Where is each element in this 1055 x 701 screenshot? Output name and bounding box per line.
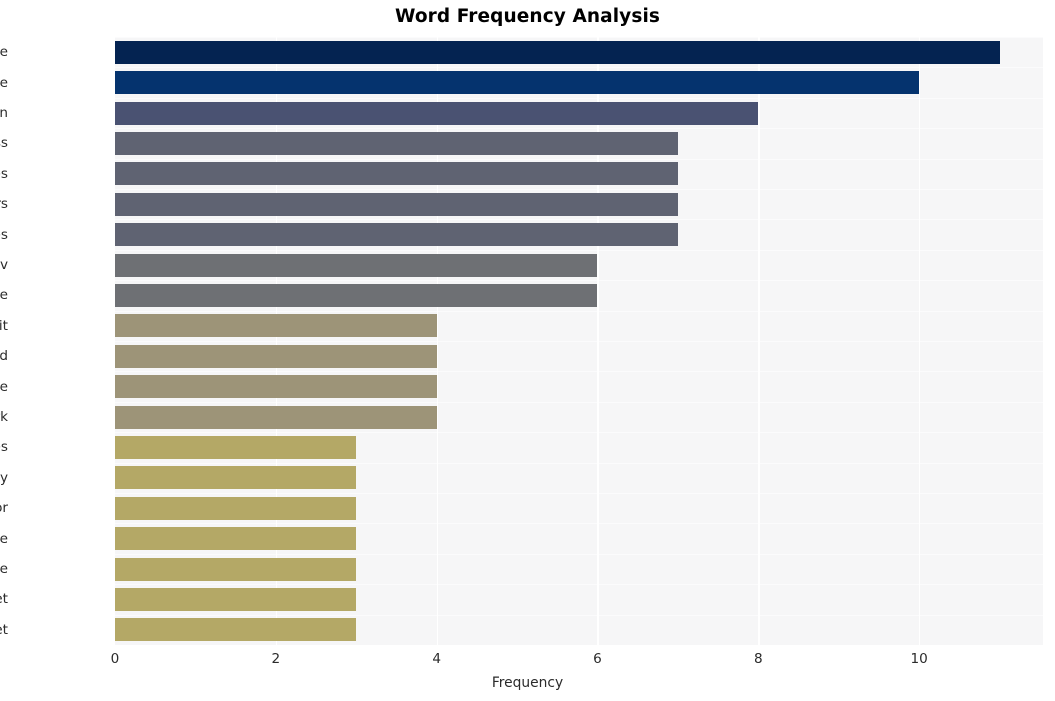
y-tick-label: service	[0, 44, 8, 61]
y-gridline	[115, 432, 1043, 434]
y-tick-label: vulnerable	[0, 378, 8, 395]
y-gridline	[115, 158, 1043, 160]
x-tick-label: 6	[593, 651, 602, 667]
bar[interactable]	[115, 435, 357, 459]
y-gridline	[115, 493, 1043, 494]
y-gridline	[115, 189, 1043, 190]
y-tick-label: primary	[0, 469, 8, 486]
y-gridline	[115, 462, 1043, 464]
y-gridline	[115, 553, 1043, 555]
y-gridline	[115, 97, 1043, 99]
bar[interactable]	[115, 496, 357, 520]
bar[interactable]	[115, 40, 1000, 64]
x-tick-label: 0	[110, 651, 120, 667]
y-tick-label: infrastructure	[0, 287, 8, 304]
y-tick-label: add	[0, 348, 8, 365]
bar[interactable]	[115, 71, 920, 95]
y-tick-label: kev	[0, 257, 8, 273]
bar[interactable]	[115, 131, 678, 155]
y-gridline	[115, 128, 1043, 130]
y-tick-label: exploit	[0, 317, 8, 334]
y-gridline	[115, 280, 1043, 282]
y-gridline	[115, 371, 1043, 373]
bar[interactable]	[115, 253, 598, 277]
y-gridline	[115, 310, 1043, 312]
x-tick-label: 2	[271, 651, 281, 667]
y-tick-label: vulnerabilities	[0, 439, 8, 456]
bar[interactable]	[115, 466, 357, 490]
x-tick-label: 8	[753, 651, 763, 667]
plot-area	[115, 37, 1043, 645]
y-gridline	[115, 401, 1043, 403]
x-axis-label: Frequency	[491, 675, 564, 691]
y-tick-label: software	[0, 530, 8, 547]
x-tick-label: 4	[432, 651, 441, 667]
y-gridline	[115, 67, 1043, 69]
y-tick-label: mass	[0, 135, 8, 152]
bar[interactable]	[115, 283, 598, 307]
bar[interactable]	[115, 101, 759, 125]
y-tick-label: attractive	[0, 561, 8, 577]
y-tick-label: target	[0, 591, 8, 608]
bar[interactable]	[115, 162, 678, 186]
bar[interactable]	[115, 223, 678, 247]
bar[interactable]	[115, 527, 357, 551]
bar[interactable]	[115, 405, 437, 429]
chart-figure: Word Frequency Analysis service edge explo…	[0, 0, 1055, 701]
chart-title: Word Frequency Analysis	[394, 6, 661, 27]
y-tick-label: edge	[0, 74, 8, 91]
y-tick-label: attackers	[0, 196, 8, 213]
bar[interactable]	[115, 344, 437, 368]
y-gridline	[115, 614, 1043, 616]
y-gridline	[115, 219, 1043, 221]
y-gridline	[115, 249, 1043, 251]
y-tick-label: vector	[0, 500, 8, 517]
bar[interactable]	[115, 587, 357, 611]
y-gridline	[115, 37, 1043, 38]
y-tick-label: devices	[0, 226, 8, 243]
y-tick-label: exploitation	[0, 105, 8, 121]
y-tick-label: network	[0, 409, 8, 425]
y-gridline	[115, 523, 1043, 525]
bar[interactable]	[115, 192, 678, 216]
x-tick-label: 10	[910, 651, 928, 667]
bar[interactable]	[115, 557, 357, 581]
bar[interactable]	[115, 375, 437, 399]
bar[interactable]	[115, 618, 357, 642]
y-tick-label: internet	[0, 621, 8, 638]
y-gridline	[115, 341, 1043, 342]
y-tick-label: cves	[0, 165, 8, 182]
bar[interactable]	[115, 314, 437, 338]
y-gridline	[115, 584, 1043, 586]
